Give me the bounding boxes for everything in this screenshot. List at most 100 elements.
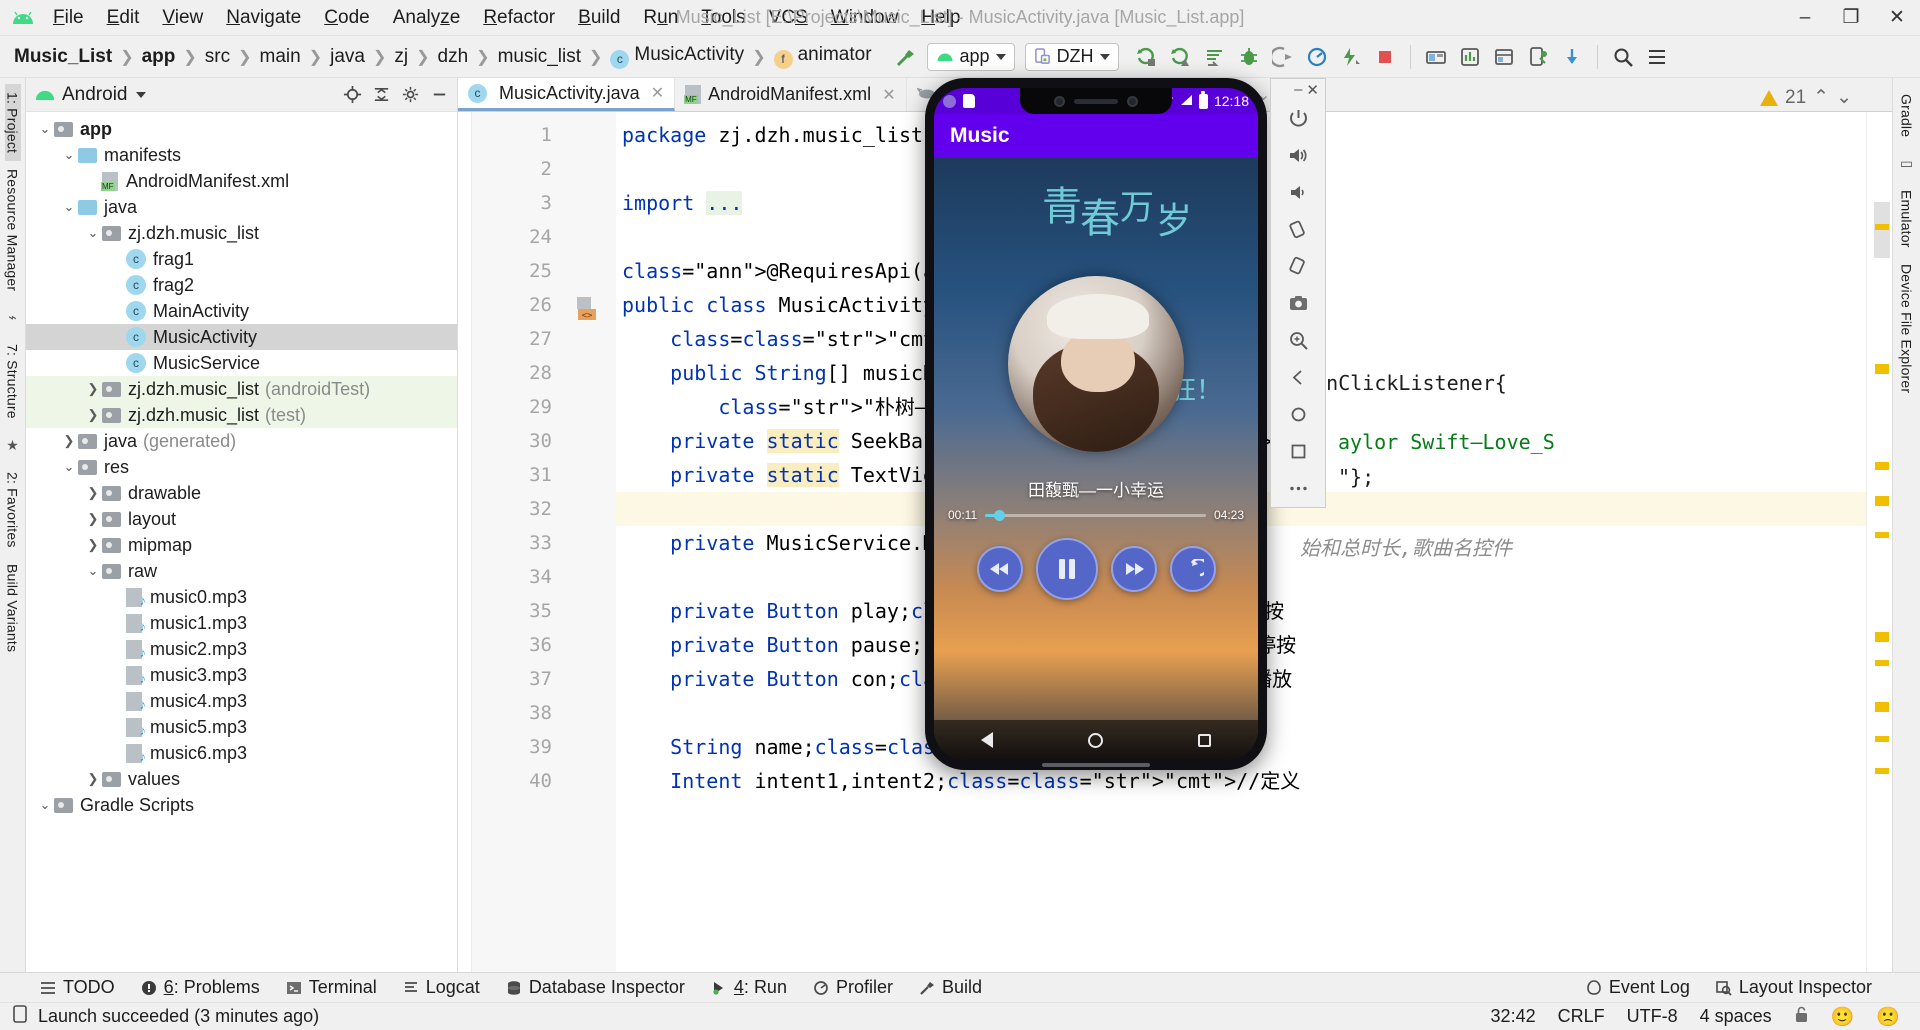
seek-thumb[interactable] [993,509,1005,521]
stripe-marker[interactable] [1875,532,1889,538]
tree-node[interactable]: AndroidManifest.xml [26,168,457,194]
breadcrumb-item-animator[interactable]: f animator [770,44,876,69]
breadcrumb-item-java[interactable]: java [326,46,369,68]
chevron-down-icon[interactable]: ⌄ [60,459,78,475]
tree-node[interactable]: ❯ zj.dzh.music_list (test) [26,402,457,428]
menu-navigate[interactable]: Navigate [215,4,312,32]
sync-gradle-icon[interactable] [1556,41,1588,73]
sidebar-item-favorites[interactable]: 2: Favorites [5,464,21,556]
breadcrumb-item-app[interactable]: app [138,46,180,68]
tree-node[interactable]: ⌄ java [26,194,457,220]
caret-position[interactable]: 32:42 [1491,1006,1536,1027]
rotate-right-icon[interactable] [1279,251,1317,282]
tree-node[interactable]: ❯ values [26,766,457,792]
tree-node[interactable]: ⌄ res [26,454,457,480]
scrollbar-thumb[interactable] [1874,202,1890,258]
sidebar-item-resource-manager[interactable]: Resource Manager [5,161,21,299]
debug-icon[interactable] [1233,41,1265,73]
minimize-icon[interactable] [430,85,449,104]
tool-window-problems[interactable]: 6: Problems [141,977,260,998]
sdk-manager-icon[interactable] [1454,41,1486,73]
tool-window-event-log[interactable]: Event Log [1586,977,1690,998]
module-selector[interactable]: app [926,42,1015,71]
chevron-down-icon[interactable]: ⌄ [84,225,102,241]
menu-view[interactable]: View [151,4,214,32]
file-encoding[interactable]: UTF-8 [1627,1006,1678,1027]
debug-attach-icon[interactable] [1267,41,1299,73]
volume-up-icon[interactable] [1279,140,1317,171]
tree-node[interactable]: ❯ java (generated) [26,428,457,454]
menu-build[interactable]: Build [567,4,631,32]
rewind-button[interactable] [976,546,1023,592]
rotate-left-icon[interactable] [1279,214,1317,245]
sidebar-item-gradle[interactable]: Gradle [1899,86,1915,145]
power-icon[interactable] [1279,103,1317,134]
sidebar-item-emulator[interactable]: Emulator [1899,182,1915,256]
locate-icon[interactable] [343,85,362,104]
tree-node[interactable]: music2.mp3 [26,636,457,662]
menu-refactor[interactable]: Refactor [472,4,566,32]
tree-node[interactable]: ❯ drawable [26,480,457,506]
breadcrumb-item-main[interactable]: main [256,46,305,68]
chevron-right-icon[interactable]: ❯ [84,537,102,553]
stripe-marker[interactable] [1875,632,1889,642]
tree-node[interactable]: music4.mp3 [26,688,457,714]
zoom-icon[interactable] [1279,325,1317,356]
sidebar-item-build-variants[interactable]: Build Variants [5,556,21,660]
tool-window-todo[interactable]: TODO [40,977,115,998]
tree-node[interactable]: music1.mp3 [26,610,457,636]
menu-edit[interactable]: Edit [96,4,151,32]
close-icon[interactable]: ✕ [882,85,895,105]
breadcrumb-item-zj[interactable]: zj [390,46,412,68]
emulator-screen[interactable]: 12:18 Music 青 春 万 岁 狂！ 田馥甄—一小幸运 00:11 04… [934,88,1258,760]
close-icon[interactable]: ✕ [651,83,664,103]
device-selector[interactable]: DZH [1024,42,1119,71]
forward-button[interactable] [1110,546,1157,592]
maximize-button[interactable]: ❐ [1828,0,1874,36]
device-file-explorer-icon[interactable] [1522,41,1554,73]
chevron-down-icon[interactable]: ⌄ [60,147,78,163]
stripe-marker[interactable] [1875,736,1889,742]
chevron-down-icon[interactable] [135,91,146,98]
chevron-down-icon[interactable]: ⌄ [84,563,102,579]
profiler-icon[interactable] [1301,41,1333,73]
sad-face-icon[interactable]: 🙁 [1876,1005,1900,1029]
menu-icon[interactable] [1641,41,1673,73]
instant-run-icon[interactable] [1335,41,1367,73]
search-icon[interactable] [1607,41,1639,73]
tool-window-logcat[interactable]: Logcat [403,977,480,998]
tool-window-layout-inspector[interactable]: Layout Inspector [1716,977,1872,998]
prev-problem-icon[interactable]: ⌃ [1813,86,1829,109]
stripe-marker[interactable] [1875,224,1889,230]
tree-node[interactable]: ⌄ manifests [26,142,457,168]
pause-button[interactable] [1035,538,1098,600]
tool-window-database-inspector[interactable]: Database Inspector [506,977,685,998]
inspection-widget[interactable]: 21 ⌃ ⌄ [1760,86,1852,109]
chevron-right-icon[interactable]: ❯ [84,511,102,527]
chevron-right-icon[interactable]: ❯ [84,381,102,397]
loop-button[interactable] [1169,546,1216,592]
chevron-down-icon[interactable]: ⌄ [36,121,54,137]
stripe-marker[interactable] [1875,496,1889,506]
stop-icon[interactable] [1369,41,1401,73]
tree-node[interactable]: ⌄ zj.dzh.music_list [26,220,457,246]
emulator-minimize-button[interactable]: – [1294,81,1302,98]
editor-tab-musicactivity-java[interactable]: c MusicActivity.java ✕ [458,78,676,111]
project-tree[interactable]: ⌄app⌄manifestsAndroidManifest.xml⌄java⌄z… [26,112,457,972]
collapse-all-icon[interactable] [372,85,391,104]
stripe-marker[interactable] [1875,768,1889,774]
happy-face-icon[interactable]: 🙂 [1831,1005,1855,1029]
breadcrumb-item-music-list[interactable]: music_list [494,46,585,68]
tree-node[interactable]: music3.mp3 [26,662,457,688]
tree-node[interactable]: c MusicService [26,350,457,376]
breadcrumb-item-src[interactable]: src [201,46,234,68]
tool-window-profiler[interactable]: Profiler [813,977,893,998]
settings-gear-icon[interactable] [401,85,420,104]
more-icon[interactable] [1279,473,1317,504]
sidebar-item-structure[interactable]: 7: Structure [5,336,21,427]
tree-node[interactable]: music5.mp3 [26,714,457,740]
chevron-right-icon[interactable]: ❯ [84,771,102,787]
recents-nav-icon[interactable] [1197,733,1211,747]
tree-node[interactable]: ❯ layout [26,506,457,532]
line-separator[interactable]: CRLF [1558,1006,1605,1027]
